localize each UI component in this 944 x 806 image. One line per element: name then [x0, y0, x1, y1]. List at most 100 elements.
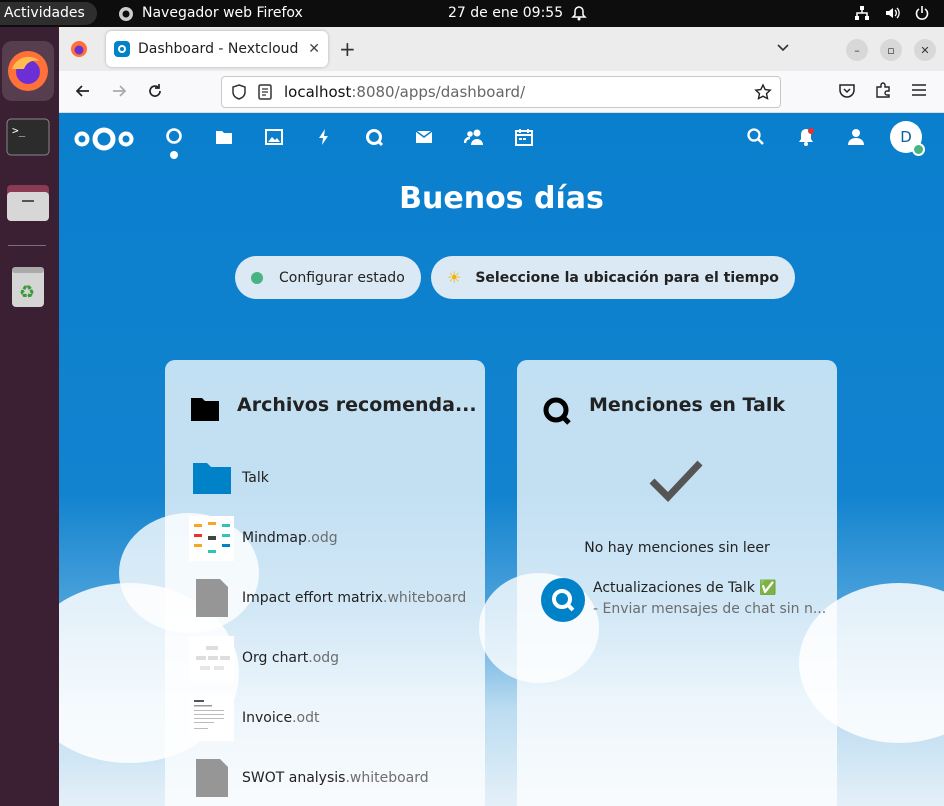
- search-icon[interactable]: [746, 127, 766, 147]
- forward-arrow-icon[interactable]: [109, 81, 129, 101]
- tab-dashboard[interactable]: Dashboard - Nextcloud ✕: [106, 31, 328, 67]
- document-file-icon: [189, 576, 234, 621]
- file-name: Impact effort matrix.whiteboard: [242, 590, 467, 606]
- dock-firefox[interactable]: [2, 41, 54, 101]
- weather-location-button[interactable]: ☀ Seleccione la ubicación para el tiempo: [431, 256, 795, 299]
- firefox-view-icon[interactable]: [69, 39, 89, 59]
- list-tabs-chevron-down-icon[interactable]: [775, 39, 791, 55]
- maximize-window-icon[interactable]: ▫: [880, 39, 902, 61]
- dashboard-app-icon[interactable]: [164, 127, 184, 147]
- folder-thumb-icon: [189, 456, 234, 501]
- dock: >_ ♻: [0, 27, 59, 806]
- activities-button[interactable]: Actividades: [0, 2, 97, 25]
- widget-title: Menciones en Talk: [589, 394, 785, 416]
- firefox-window: Dashboard - Nextcloud ✕ + – ▫ ✕ localhos…: [59, 27, 944, 806]
- set-status-label: Configurar estado: [279, 269, 405, 286]
- close-window-icon[interactable]: ✕: [914, 39, 936, 61]
- list-item[interactable]: Talk: [189, 454, 469, 502]
- set-status-button[interactable]: Configurar estado: [235, 256, 421, 299]
- contacts-app-icon[interactable]: [464, 127, 484, 147]
- activity-lightning-icon[interactable]: [314, 127, 334, 147]
- svg-text:♻: ♻: [19, 282, 35, 303]
- document-file-icon: [189, 756, 234, 801]
- contacts-menu-icon[interactable]: [845, 127, 865, 147]
- active-app-indicator: [170, 151, 178, 159]
- dock-separator: [8, 245, 46, 246]
- firefox-icon: [8, 51, 48, 91]
- url-host: localhost: [284, 83, 352, 101]
- checkmark-icon: [649, 460, 703, 503]
- file-name: Talk: [242, 470, 269, 486]
- trash-icon: ♻: [12, 267, 44, 307]
- conversation-subtitle: - Enviar mensajes de chat sin n...: [593, 601, 827, 617]
- reload-icon[interactable]: [145, 81, 165, 101]
- files-app-icon[interactable]: [214, 127, 234, 147]
- list-item[interactable]: Impact effort matrix.whiteboard: [189, 574, 469, 622]
- list-item[interactable]: Org chart.odg: [189, 634, 469, 682]
- conversation-title: Actualizaciones de Talk ✅: [593, 580, 777, 596]
- nextcloud-favicon-icon: [114, 41, 130, 57]
- notifications-bell-icon[interactable]: [796, 127, 816, 147]
- org-chart-thumbnail: [189, 635, 234, 681]
- pocket-icon[interactable]: [838, 81, 856, 99]
- navigation-toolbar: localhost:8080/apps/dashboard/: [59, 71, 944, 113]
- focused-app-name: Navegador web Firefox: [142, 5, 303, 21]
- talk-app-icon[interactable]: [364, 127, 384, 147]
- nextcloud-dashboard: D Buenos días Configurar estado ☀ Selecc…: [59, 113, 944, 806]
- back-arrow-icon[interactable]: [73, 81, 93, 101]
- hamburger-menu-icon[interactable]: [910, 81, 928, 99]
- tab-title: Dashboard - Nextcloud: [138, 41, 299, 57]
- talk-icon: [543, 397, 571, 425]
- tracking-shield-icon[interactable]: [230, 83, 248, 101]
- widget-title: Archivos recomenda...: [237, 394, 477, 416]
- list-item[interactable]: Actualizaciones de Talk ✅ - Enviar mensa…: [541, 578, 831, 622]
- bookmark-star-icon[interactable]: [754, 83, 772, 101]
- user-avatar[interactable]: D: [890, 121, 925, 156]
- invoice-thumbnail: [189, 695, 234, 741]
- address-bar[interactable]: localhost:8080/apps/dashboard/: [221, 76, 781, 108]
- tab-bar: Dashboard - Nextcloud ✕ + – ▫ ✕: [59, 27, 944, 71]
- online-status-dot: [912, 143, 925, 156]
- file-name: Mindmap.odg: [242, 530, 338, 546]
- firefox-app-icon: [119, 6, 133, 21]
- files-folder-icon: [7, 185, 49, 221]
- mindmap-thumbnail: [189, 515, 234, 561]
- talk-mentions-widget: Menciones en Talk No hay menciones sin l…: [517, 360, 837, 806]
- mail-app-icon[interactable]: [414, 127, 434, 147]
- file-name: SWOT analysis.whiteboard: [242, 770, 429, 786]
- tab-close-icon[interactable]: ✕: [308, 41, 320, 57]
- page-info-icon[interactable]: [256, 83, 274, 101]
- calendar-app-icon[interactable]: [514, 127, 534, 147]
- nextcloud-logo[interactable]: [73, 126, 135, 152]
- recommended-files-widget: Archivos recomenda... Talk Mindmap.odg I…: [165, 360, 485, 806]
- url-path: :8080/apps/dashboard/: [351, 83, 526, 101]
- list-item[interactable]: Invoice.odt: [189, 694, 469, 742]
- volume-icon: [886, 7, 900, 19]
- notification-bell-icon: [571, 6, 587, 21]
- extensions-puzzle-icon[interactable]: [874, 81, 892, 99]
- weather-location-label: Seleccione la ubicación para el tiempo: [475, 269, 779, 286]
- clock[interactable]: 27 de ene 09:55: [448, 0, 563, 27]
- greeting-title: Buenos días: [399, 181, 604, 216]
- power-icon: [915, 6, 929, 20]
- network-icon: [855, 6, 869, 20]
- minimize-window-icon[interactable]: –: [846, 39, 868, 61]
- file-name: Org chart.odg: [242, 650, 340, 666]
- photos-app-icon[interactable]: [264, 127, 284, 147]
- svg-text:>_: >_: [12, 124, 26, 137]
- folder-icon: [191, 398, 219, 421]
- talk-conversation-avatar: [541, 578, 585, 622]
- system-top-bar: Actividades Navegador web Firefox 27 de …: [0, 0, 944, 27]
- nextcloud-header: D: [59, 113, 944, 163]
- dock-files[interactable]: [2, 173, 54, 233]
- focused-app-menu[interactable]: Navegador web Firefox: [118, 0, 303, 27]
- system-status-area[interactable]: [854, 5, 930, 21]
- list-item[interactable]: Mindmap.odg: [189, 514, 469, 562]
- dock-trash[interactable]: ♻: [2, 257, 54, 317]
- dock-terminal[interactable]: >_: [2, 107, 54, 167]
- avatar-initial: D: [900, 128, 912, 146]
- empty-state-text: No hay menciones sin leer: [584, 540, 770, 556]
- file-name: Invoice.odt: [242, 710, 320, 726]
- list-item[interactable]: SWOT analysis.whiteboard: [189, 754, 469, 802]
- new-tab-plus-icon[interactable]: +: [339, 37, 356, 61]
